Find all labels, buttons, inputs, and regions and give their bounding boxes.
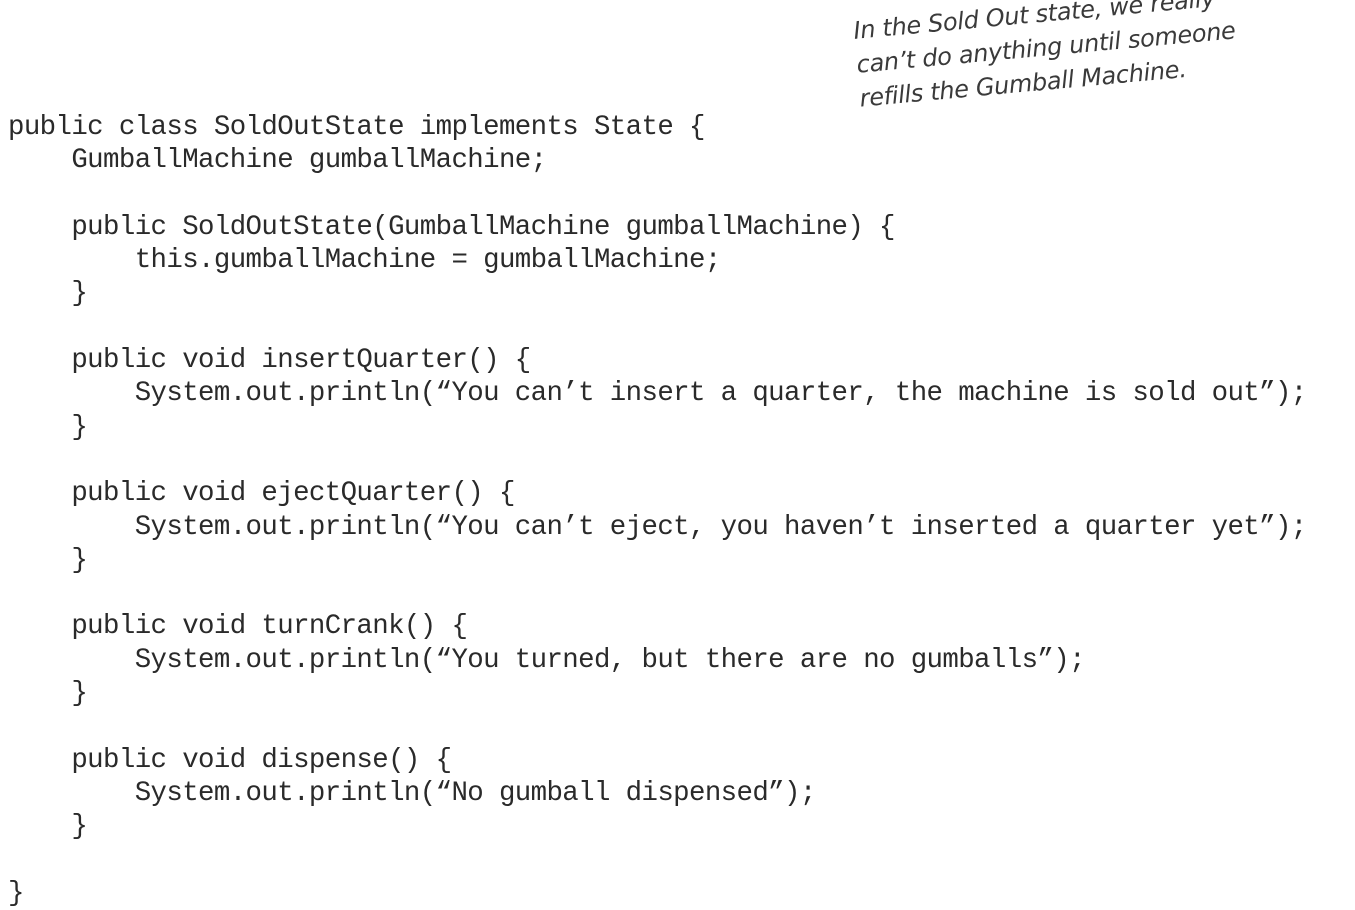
code-line: System.out.println(“No gumball dispensed… bbox=[8, 777, 817, 809]
code-line: System.out.println(“You can’t insert a q… bbox=[8, 378, 1308, 410]
code-line: public void turnCrank() { bbox=[8, 611, 468, 643]
code-line: System.out.println(“You turned, but ther… bbox=[8, 644, 1086, 676]
code-line: public SoldOutState(GumballMachine gumba… bbox=[8, 211, 895, 243]
code-line: public void dispense() { bbox=[8, 744, 452, 776]
code-line: } bbox=[8, 411, 88, 443]
code-line: } bbox=[8, 811, 88, 843]
code-line: GumballMachine gumballMachine; bbox=[8, 145, 547, 177]
code-line: this.gumballMachine = gumballMachine; bbox=[8, 245, 722, 277]
code-line: System.out.println(“You can’t eject, you… bbox=[8, 511, 1308, 543]
code-line: } bbox=[8, 544, 88, 576]
code-line: public class SoldOutState implements Sta… bbox=[8, 112, 705, 143]
code-line: } bbox=[8, 877, 24, 909]
handwritten-annotation: In the Sold Out state, we really can’t d… bbox=[852, 0, 1240, 116]
code-line: public void ejectQuarter() { bbox=[8, 478, 515, 510]
code-line: public void insertQuarter() { bbox=[8, 345, 531, 377]
code-listing: public class SoldOutState implements Sta… bbox=[8, 111, 1307, 910]
code-line: } bbox=[8, 678, 88, 710]
code-line: } bbox=[8, 278, 88, 310]
